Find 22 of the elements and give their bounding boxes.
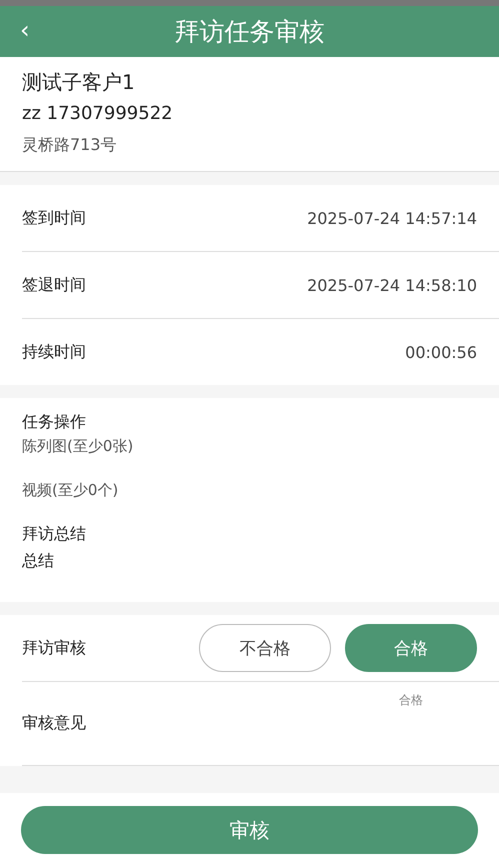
customer-name: 测试子客户1 — [22, 69, 136, 96]
submit-button[interactable]: 审核 — [21, 806, 478, 854]
task-item[interactable]: 视频(至少0个) — [22, 478, 477, 502]
section-title: 任务操作 — [22, 411, 87, 433]
row-value: 2025-07-24 14:57:14 — [307, 208, 477, 228]
row-label: 签退时间 — [22, 274, 86, 296]
row-label: 审核意见 — [22, 713, 86, 734]
summary-text: 总结 — [22, 550, 55, 572]
task-item[interactable]: 陈列图(至少0张) — [22, 434, 477, 458]
customer-contact: zz 17307999522 — [22, 102, 174, 126]
row-label: 持续时间 — [22, 342, 86, 362]
opinion-field[interactable]: 合格 — [359, 682, 499, 765]
option-button[interactable]: 合格 — [345, 624, 477, 672]
back-button[interactable]: ‹ — [14, 16, 36, 44]
page-title: 拜访任务审核 — [174, 16, 324, 48]
option-button[interactable]: 不合格 — [199, 624, 331, 672]
row-label: 签到时间 — [22, 208, 86, 228]
row-label: 拜访审核 — [22, 638, 86, 658]
section-title: 拜访总结 — [22, 523, 87, 545]
row-value: 00:00:56 — [405, 342, 477, 362]
row-value: 2025-07-24 14:58:10 — [307, 276, 477, 294]
customer-address: 灵桥路713号 — [22, 134, 118, 156]
